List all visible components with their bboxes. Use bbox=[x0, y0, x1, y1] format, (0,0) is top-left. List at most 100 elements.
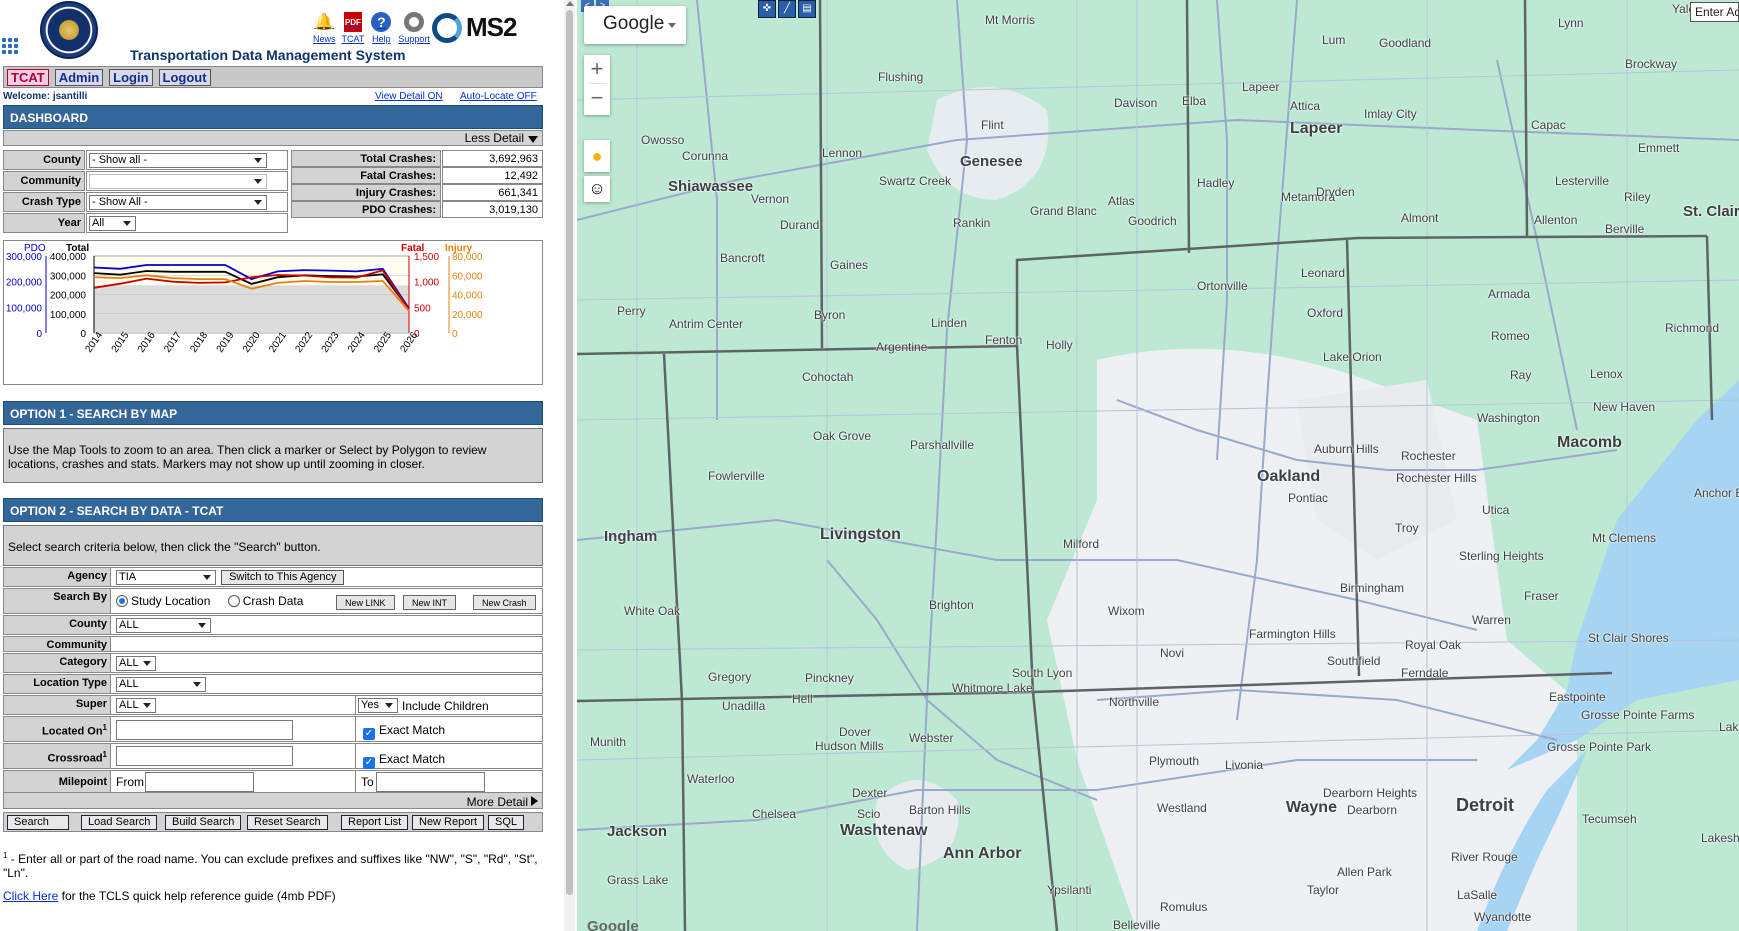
crossroad-row: Crossroad1 ✓ Exact Match bbox=[3, 743, 543, 769]
address-search-input[interactable]: Enter Add bbox=[1690, 2, 1739, 22]
dashboard-filters: County - Show all - Community Crash Type… bbox=[3, 150, 288, 238]
place-label: Scio bbox=[857, 807, 881, 821]
county-select[interactable]: ALL bbox=[116, 618, 211, 633]
exact-match-label: Exact Match bbox=[379, 752, 446, 766]
place-label: Dover bbox=[839, 725, 872, 739]
street-view-pegman-icon[interactable]: ● bbox=[584, 140, 610, 172]
agency-select[interactable]: TIA bbox=[116, 570, 216, 585]
pdo-axis-tick: 0 bbox=[36, 329, 42, 340]
place-label: Whitmore Lake bbox=[952, 681, 1033, 695]
category-row: Category ALL bbox=[3, 653, 543, 673]
place-label: Wyandotte bbox=[1474, 910, 1532, 924]
county-label: Livingston bbox=[820, 526, 901, 543]
located-on-input[interactable] bbox=[116, 720, 293, 740]
study-location-radio[interactable] bbox=[116, 595, 128, 607]
place-label: South Lyon bbox=[1012, 666, 1073, 680]
report-list-button[interactable]: Report List bbox=[341, 815, 409, 830]
sql-button[interactable]: SQL bbox=[488, 815, 525, 830]
place-label: Atlas bbox=[1108, 194, 1135, 208]
place-label: Chelsea bbox=[752, 807, 797, 821]
total-axis-tick: 300,000 bbox=[50, 271, 87, 282]
more-detail-label: More Detail bbox=[466, 795, 528, 809]
place-label: Livonia bbox=[1225, 758, 1264, 772]
left-panel-scrollbar[interactable] bbox=[564, 0, 575, 931]
pdf-icon: PDF bbox=[343, 12, 362, 32]
build-search-button[interactable]: Build Search bbox=[165, 815, 242, 830]
county-label: Jackson bbox=[607, 823, 668, 840]
location-type-label: Location Type bbox=[4, 675, 111, 693]
place-label: Fraser bbox=[1524, 589, 1559, 603]
scrollbar-thumb[interactable] bbox=[566, 10, 573, 895]
apps-grid-icon[interactable] bbox=[2, 38, 22, 58]
place-label: Lennon bbox=[822, 146, 863, 160]
fatal-axis-tick: 0 bbox=[414, 329, 420, 340]
view-detail-toggle[interactable]: View Detail ON bbox=[375, 91, 443, 102]
news-link[interactable]: 🔔 News bbox=[313, 10, 336, 44]
tcat-link[interactable]: PDF TCAT bbox=[342, 10, 364, 44]
auto-locate-toggle[interactable]: Auto-Locate OFF bbox=[460, 91, 537, 102]
zoom-in-button[interactable]: + bbox=[584, 55, 610, 83]
super-select[interactable]: ALL bbox=[116, 698, 156, 713]
crash-trend-chart: 2014 2015 2016 2017 2018 2019 2020 2021 2022 2023… bbox=[3, 240, 543, 385]
load-search-button[interactable]: Load Search bbox=[81, 815, 158, 830]
crash-type-filter-select[interactable]: - Show All - bbox=[89, 195, 267, 210]
x-tick-label: 2021 bbox=[267, 330, 289, 355]
crossroad-exact-match-checkbox[interactable]: ✓ bbox=[363, 757, 375, 769]
fatal-axis-tick: 500 bbox=[414, 303, 431, 314]
new-report-button[interactable]: New Report bbox=[412, 815, 485, 830]
map-tool-ruler-icon[interactable]: ╱ bbox=[778, 0, 796, 18]
nav-tab-login[interactable]: Login bbox=[109, 68, 153, 86]
include-children-select[interactable]: Yes bbox=[358, 698, 398, 713]
milepoint-from-input[interactable] bbox=[145, 772, 254, 792]
zoom-out-button[interactable]: − bbox=[588, 83, 606, 112]
total-axis-tick: 100,000 bbox=[50, 310, 87, 321]
crash-data-radio[interactable] bbox=[227, 595, 240, 607]
zoom-control: + − bbox=[584, 55, 610, 115]
place-label: Vernon bbox=[751, 192, 790, 206]
place-label: Lake bbox=[1719, 720, 1739, 734]
scroll-up-arrow-icon[interactable] bbox=[566, 1, 574, 6]
place-label: Parshallville bbox=[910, 438, 975, 452]
place-label: Webster bbox=[909, 731, 954, 745]
stat-row: Injury Crashes: 661,341 bbox=[291, 184, 543, 201]
road-name-footnote: 1 - Enter all or part of the road name. … bbox=[3, 851, 538, 880]
location-type-select[interactable]: ALL bbox=[116, 677, 206, 692]
new-int-button[interactable]: New INT bbox=[403, 595, 457, 610]
nav-tab-admin[interactable]: Admin bbox=[54, 68, 104, 86]
quick-reference-link[interactable]: Click Here bbox=[3, 889, 58, 903]
support-lifebuoy-icon bbox=[403, 10, 425, 34]
nav-tab-tcat[interactable]: TCAT bbox=[7, 68, 49, 86]
milepoint-from-label: From bbox=[116, 775, 144, 789]
category-select[interactable]: ALL bbox=[116, 656, 156, 671]
help-link[interactable]: ? Help bbox=[370, 10, 392, 44]
located-on-exact-match-checkbox[interactable]: ✓ bbox=[363, 728, 375, 740]
map-canvas[interactable] bbox=[577, 0, 1739, 931]
county-label: Wayne bbox=[1286, 799, 1337, 816]
nav-tab-logout[interactable]: Logout bbox=[158, 68, 211, 86]
map-tool-print-icon[interactable]: ▤ bbox=[798, 0, 816, 18]
new-crash-button[interactable]: New Crash bbox=[473, 595, 536, 610]
switch-agency-button[interactable]: Switch to This Agency bbox=[221, 570, 345, 585]
community-filter-select[interactable] bbox=[89, 174, 267, 189]
search-button[interactable]: Search bbox=[7, 815, 69, 830]
map-tool-compass-icon[interactable]: ✜ bbox=[758, 0, 776, 18]
x-tick-label: 2017 bbox=[162, 330, 184, 355]
x-tick-label: 2025 bbox=[372, 330, 394, 355]
crossroad-input[interactable] bbox=[116, 746, 293, 766]
reset-search-button[interactable]: Reset Search bbox=[247, 815, 328, 830]
milepoint-to-input[interactable] bbox=[376, 772, 485, 792]
map-view[interactable]: Genesee Lapeer Shiawassee St. Clair Livingst… bbox=[577, 0, 1739, 931]
stat-row: Fatal Crashes: 12,492 bbox=[291, 167, 543, 184]
new-link-button[interactable]: New LINK bbox=[336, 595, 395, 610]
welcome-text: Welcome: jsantilli bbox=[3, 91, 88, 102]
year-filter-select[interactable]: All bbox=[89, 216, 136, 231]
place-label: Barton Hills bbox=[909, 803, 971, 817]
more-detail-toggle[interactable]: More Detail bbox=[3, 792, 543, 809]
county-filter-select[interactable]: - Show all - bbox=[89, 153, 267, 168]
milepoint-label: Milepoint bbox=[4, 771, 111, 792]
support-link[interactable]: Support bbox=[398, 10, 430, 44]
feedback-face-icon[interactable]: ☺ bbox=[584, 176, 610, 202]
less-detail-toggle[interactable]: Less Detail bbox=[3, 130, 543, 146]
map-type-dropdown[interactable]: Google bbox=[584, 6, 686, 44]
google-watermark: Google bbox=[587, 918, 639, 931]
